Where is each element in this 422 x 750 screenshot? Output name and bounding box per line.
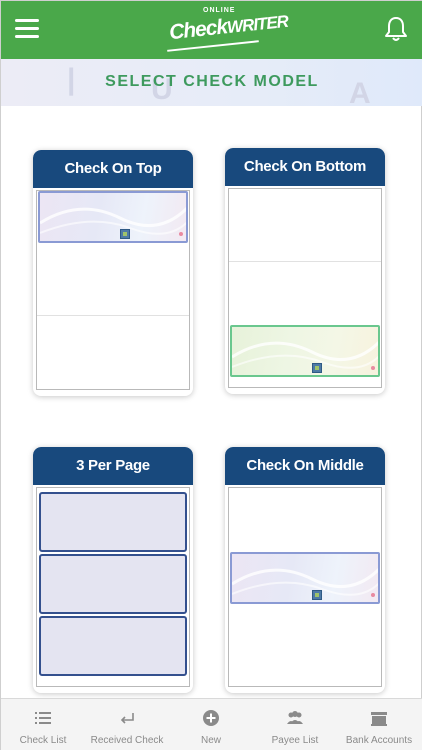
people-icon — [287, 711, 303, 724]
nav-payee-list[interactable]: Payee List — [253, 699, 337, 750]
nav-check-list[interactable]: Check List — [1, 699, 85, 750]
check-model-card-middle[interactable]: Check On Middle — [225, 447, 385, 693]
bell-icon[interactable] — [383, 15, 409, 43]
card-title: Check On Bottom — [225, 148, 385, 186]
check-model-card-bottom[interactable]: Check On Bottom — [225, 148, 385, 394]
nav-bank-accounts[interactable]: Bank Accounts — [337, 699, 421, 750]
nav-new[interactable]: New — [169, 699, 253, 750]
check-preview — [36, 190, 190, 390]
plus-circle-icon — [203, 710, 219, 726]
top-app-bar: ONLINE CheckWRITER — [1, 1, 422, 59]
logo-word-check: Check — [168, 15, 229, 45]
bank-icon — [371, 712, 387, 726]
check-logo-icon — [312, 363, 322, 373]
paper-divider — [229, 261, 381, 262]
check-image — [230, 552, 380, 604]
logo-word-writer: WRITER — [226, 11, 289, 38]
check-model-card-top[interactable]: Check On Top — [33, 150, 193, 396]
nav-label: Received Check — [90, 735, 164, 746]
check-preview — [36, 487, 190, 687]
paper-divider — [37, 315, 189, 316]
nav-label: Bank Accounts — [345, 735, 413, 746]
page-title: SELECT CHECK MODEL — [105, 73, 319, 90]
card-title: Check On Top — [33, 150, 193, 188]
return-arrow-icon — [120, 713, 134, 724]
menu-icon[interactable] — [15, 19, 39, 39]
list-icon — [35, 712, 51, 724]
voucher-check — [39, 554, 187, 614]
check-mark — [179, 232, 183, 236]
nav-label: Payee List — [271, 735, 319, 746]
check-image — [38, 191, 188, 243]
check-preview — [228, 188, 382, 388]
check-model-card-3-per-page[interactable]: 3 Per Page — [33, 447, 193, 693]
voucher-check — [39, 616, 187, 676]
check-logo-icon — [120, 229, 130, 239]
check-preview — [228, 487, 382, 687]
check-image — [230, 325, 380, 377]
section-banner: | U A SELECT CHECK MODEL — [1, 59, 422, 106]
card-title: Check On Middle — [225, 447, 385, 485]
nav-received-check[interactable]: Received Check — [85, 699, 169, 750]
check-logo-icon — [312, 590, 322, 600]
card-title: 3 Per Page — [33, 447, 193, 485]
nav-label: New — [200, 735, 221, 746]
app-logo: ONLINE CheckWRITER — [161, 7, 289, 53]
check-mark — [371, 593, 375, 597]
nav-label: Check List — [19, 735, 67, 746]
logo-online-text: ONLINE — [203, 7, 236, 14]
bottom-navigation: Check List Received Check New Payee List… — [1, 698, 422, 750]
voucher-check — [39, 492, 187, 552]
logo-wordmark: CheckWRITER — [168, 9, 289, 45]
check-mark — [371, 366, 375, 370]
